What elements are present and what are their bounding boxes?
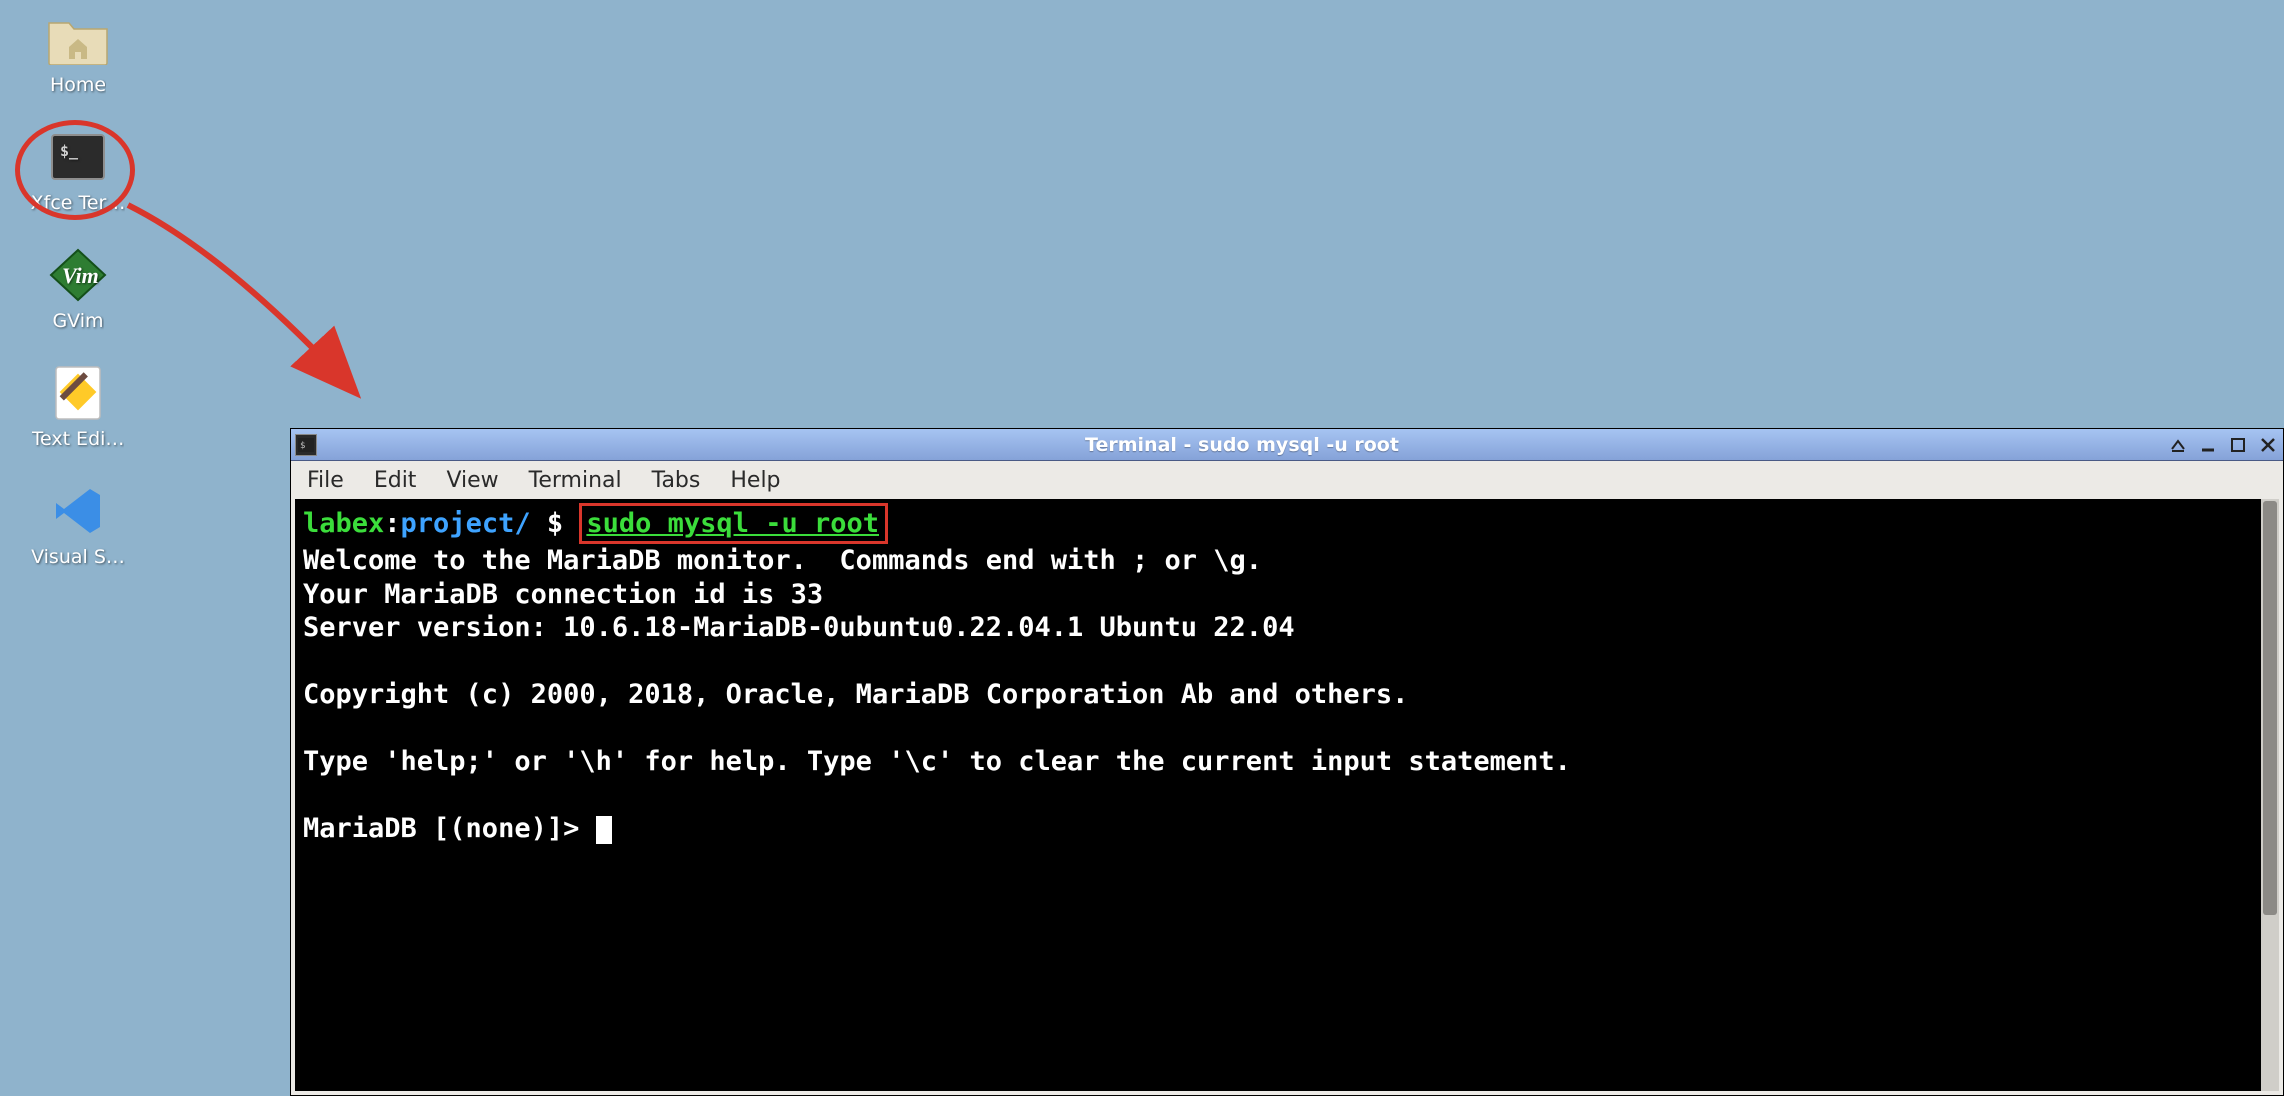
terminal-output[interactable]: labex:project/ $ sudo mysql -u root Welc… — [295, 499, 2259, 1091]
svg-text:$_: $_ — [60, 142, 79, 160]
desktop-icon-home[interactable]: Home — [18, 10, 138, 96]
output-line: Type 'help;' or '\h' for help. Type '\c'… — [303, 746, 1571, 777]
window-maximize-button[interactable] — [2227, 434, 2249, 456]
output-line: Server version: 10.6.18-MariaDB-0ubuntu0… — [303, 612, 1295, 643]
command-highlight: sudo mysql -u root — [579, 503, 888, 544]
window-title: Terminal - sudo mysql -u root — [323, 434, 2161, 456]
scrollbar-thumb[interactable] — [2263, 501, 2277, 915]
db-prompt: MariaDB [(none)]> — [303, 813, 596, 844]
menu-terminal[interactable]: Terminal — [529, 468, 622, 493]
menubar: File Edit View Terminal Tabs Help — [291, 461, 2283, 499]
desktop-icon-label: Visual S… — [31, 546, 125, 568]
svg-text:$: $ — [300, 441, 305, 451]
menu-file[interactable]: File — [307, 468, 344, 493]
svg-text:Vim: Vim — [62, 263, 99, 288]
window-app-icon: $ — [295, 434, 317, 456]
menu-tabs[interactable]: Tabs — [652, 468, 701, 493]
text-editor-icon — [44, 364, 112, 422]
output-line: Your MariaDB connection id is 33 — [303, 579, 823, 610]
window-minimize-button[interactable] — [2197, 434, 2219, 456]
output-line: Welcome to the MariaDB monitor. Commands… — [303, 545, 1262, 576]
desktop-icon-label: Xfce Ter… — [31, 192, 126, 214]
window-shade-button[interactable] — [2167, 434, 2189, 456]
desktop-icons: Home $_ Xfce Ter… Vim GVim Text Ed — [18, 10, 138, 568]
desktop-icon-text-editor[interactable]: Text Edi… — [18, 364, 138, 450]
terminal-icon: $_ — [44, 128, 112, 186]
window-close-button[interactable] — [2257, 434, 2279, 456]
prompt-symbol: $ — [547, 508, 563, 539]
prompt-host: labex — [303, 508, 384, 539]
terminal-scrollbar[interactable] — [2261, 499, 2279, 1091]
desktop-icon-visual-studio[interactable]: Visual S… — [18, 482, 138, 568]
annotation-arrow-icon — [118, 195, 378, 425]
menu-edit[interactable]: Edit — [374, 468, 417, 493]
menu-help[interactable]: Help — [730, 468, 780, 493]
window-controls — [2167, 434, 2279, 456]
terminal-body[interactable]: labex:project/ $ sudo mysql -u root Welc… — [295, 499, 2279, 1091]
desktop-icon-gvim[interactable]: Vim GVim — [18, 246, 138, 332]
window-titlebar[interactable]: $ Terminal - sudo mysql -u root — [291, 429, 2283, 461]
desktop-icon-label: Home — [50, 74, 106, 96]
desktop-icon-xfce-terminal[interactable]: $_ Xfce Ter… — [18, 128, 138, 214]
gvim-icon: Vim — [44, 246, 112, 304]
vscode-icon — [44, 482, 112, 540]
command-text: sudo mysql -u root — [586, 508, 879, 539]
desktop-icon-label: GVim — [52, 310, 103, 332]
menu-view[interactable]: View — [446, 468, 498, 493]
prompt-path: project/ — [401, 508, 531, 539]
terminal-window: $ Terminal - sudo mysql -u root File Edi… — [290, 428, 2284, 1096]
folder-home-icon — [44, 10, 112, 68]
cursor-icon — [596, 816, 612, 844]
output-line: Copyright (c) 2000, 2018, Oracle, MariaD… — [303, 679, 1408, 710]
desktop-icon-label: Text Edi… — [32, 428, 125, 450]
